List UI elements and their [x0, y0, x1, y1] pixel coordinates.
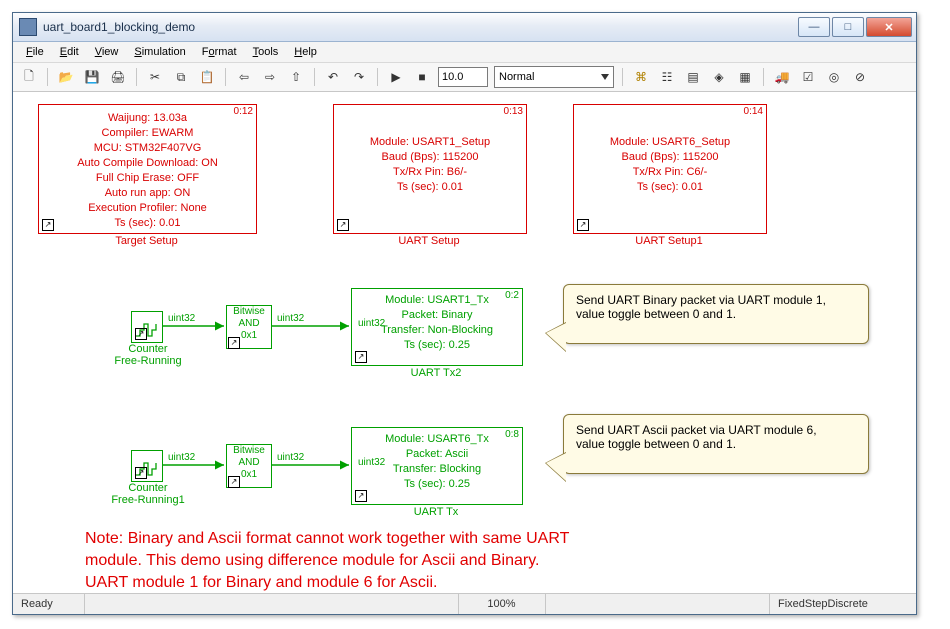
undo-icon[interactable]: ↶	[323, 67, 343, 87]
status-solver: FixedStepDiscrete	[770, 594, 916, 614]
new-icon[interactable]: 🗋	[19, 67, 39, 87]
application-window: uart_board1_blocking_demo — □ ✕ File Edi…	[12, 12, 917, 615]
play-icon[interactable]: ▶	[386, 67, 406, 87]
copy-icon[interactable]: ⧉	[171, 67, 191, 87]
status-zoom: 100%	[459, 594, 546, 614]
back-icon[interactable]: ⇦	[234, 67, 254, 87]
annotation-note: Note: Binary and Ascii format cannot wor…	[85, 528, 845, 594]
tool-icon-5[interactable]: ▦	[735, 67, 755, 87]
tool-icon-3[interactable]: ▤	[683, 67, 703, 87]
menubar: File Edit View Simulation Format Tools H…	[13, 42, 916, 63]
menu-view[interactable]: View	[88, 44, 126, 60]
menu-file[interactable]: File	[19, 44, 51, 60]
tool-icon-8[interactable]: ◎	[824, 67, 844, 87]
toolbar: 🗋 📂 💾 🖨 ✂ ⧉ 📋 ⇦ ⇨ ⇧ ↶ ↷ ▶ ■ 10.0 Normal …	[13, 63, 916, 92]
cut-icon[interactable]: ✂	[145, 67, 165, 87]
simulation-mode-select[interactable]: Normal	[494, 66, 614, 88]
tool-icon-1[interactable]: ⌘	[631, 67, 651, 87]
menu-edit[interactable]: Edit	[53, 44, 86, 60]
statusbar: Ready 100% FixedStepDiscrete	[13, 593, 916, 614]
open-icon[interactable]: 📂	[56, 67, 76, 87]
menu-simulation[interactable]: Simulation	[127, 44, 192, 60]
menu-help[interactable]: Help	[287, 44, 324, 60]
paste-icon[interactable]: 📋	[197, 67, 217, 87]
annotation-callout-2: Send UART Ascii packet via UART module 6…	[563, 414, 869, 474]
forward-icon[interactable]: ⇨	[260, 67, 280, 87]
simulation-time-input[interactable]: 10.0	[438, 67, 488, 87]
minimize-button[interactable]: —	[798, 17, 830, 37]
close-button[interactable]: ✕	[866, 17, 912, 37]
tool-icon-2[interactable]: ☷	[657, 67, 677, 87]
up-icon[interactable]: ⇧	[286, 67, 306, 87]
app-icon	[19, 18, 37, 36]
menu-format[interactable]: Format	[195, 44, 244, 60]
tool-icon-4[interactable]: ◈	[709, 67, 729, 87]
tool-icon-7[interactable]: ☑	[798, 67, 818, 87]
tool-icon-9[interactable]: ⊘	[850, 67, 870, 87]
status-ready: Ready	[13, 594, 85, 614]
model-canvas[interactable]: 0:12 Waijung: 13.03a Compiler: EWARM MCU…	[13, 92, 916, 595]
annotation-callout-1: Send UART Binary packet via UART module …	[563, 284, 869, 344]
stop-icon[interactable]: ■	[412, 67, 432, 87]
tool-icon-6[interactable]: 🚚	[772, 67, 792, 87]
simulation-mode-label: Normal	[499, 71, 534, 83]
window-title: uart_board1_blocking_demo	[43, 20, 798, 34]
print-icon[interactable]: 🖨	[108, 67, 128, 87]
redo-icon[interactable]: ↷	[349, 67, 369, 87]
maximize-button[interactable]: □	[832, 17, 864, 37]
menu-tools[interactable]: Tools	[246, 44, 286, 60]
titlebar[interactable]: uart_board1_blocking_demo — □ ✕	[13, 13, 916, 42]
save-icon[interactable]: 💾	[82, 67, 102, 87]
